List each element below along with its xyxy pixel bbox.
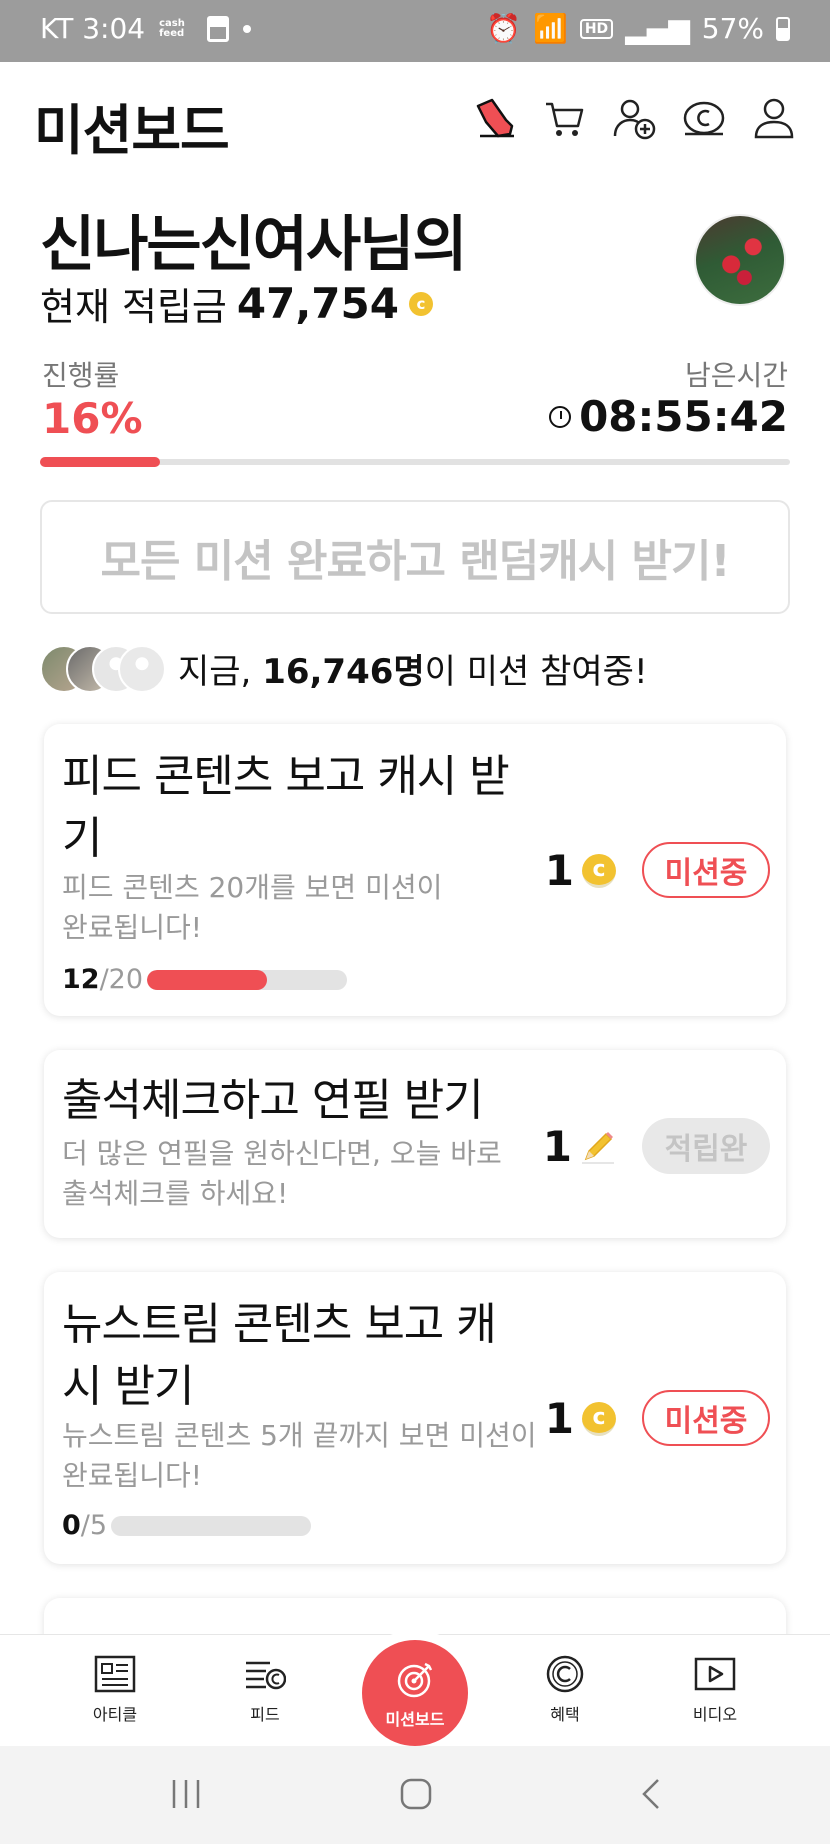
mission-status-button[interactable]: 미션중 <box>642 1390 770 1446</box>
participants-suffix: 이 미션 참여중! <box>424 652 648 692</box>
participants-prefix: 지금, <box>178 652 252 692</box>
nav-feed-label: 피드 <box>250 1705 280 1724</box>
more-notifications-icon <box>243 24 252 33</box>
cashfeed-notification-icon: cash feed <box>159 17 185 39</box>
mission-reward: 1 c <box>545 1394 616 1443</box>
remaining-time: 08:55:42 <box>549 392 788 441</box>
feed-icon <box>246 1661 286 1690</box>
nav-video[interactable]: 비디오 <box>660 1655 770 1725</box>
cart-icon[interactable] <box>542 96 586 140</box>
clock-icon <box>549 405 572 428</box>
nav-benefits-label: 혜택 <box>550 1705 580 1724</box>
mission-reward: 1 c <box>545 846 616 895</box>
mission-description: 피드 콘텐츠 20개를 보면 미션이 완료됩니다! <box>62 871 443 944</box>
mission-count: 0/5 <box>62 1510 312 1541</box>
page-title: 미션보드 <box>34 99 230 162</box>
mission-status-button[interactable]: 미션중 <box>642 842 770 898</box>
article-icon <box>94 1655 136 1693</box>
progress-bar <box>40 457 790 467</box>
mission-total: /20 <box>99 964 144 995</box>
add-friend-icon[interactable] <box>612 96 656 140</box>
nav-mission-board-label: 미션보드 <box>385 1710 445 1729</box>
mission-reward: 1 <box>543 1122 616 1171</box>
shoe-icon[interactable] <box>472 96 516 140</box>
reward-amount: 1 <box>544 1394 574 1443</box>
cash-coin-icon[interactable] <box>682 96 726 140</box>
coin-icon: c <box>582 1401 616 1436</box>
home-icon[interactable] <box>398 1776 434 1812</box>
current-points: 현재 적립금 47,754 c <box>40 276 433 331</box>
remaining-time-label: 남은시간 <box>684 359 788 392</box>
reward-amount: 1 <box>542 1122 572 1171</box>
nav-feed[interactable]: 피드 <box>210 1655 320 1725</box>
mission-title: 뉴스트림 콘텐츠 보고 캐시 받기 <box>62 1299 497 1412</box>
mission-title: 출석체크하고 연필 받기 <box>62 1075 484 1126</box>
points-value: 47,754 <box>236 279 399 328</box>
mission-done: 12 <box>62 964 100 995</box>
avatar <box>118 644 166 693</box>
mission-count: 12/20 <box>62 964 348 995</box>
benefits-coin-icon <box>546 1655 584 1693</box>
mission-description: 더 많은 연필을 원하신다면, 오늘 바로 출석체크를 하세요! <box>62 1137 502 1210</box>
hd-voice-icon: HD <box>579 18 614 39</box>
target-icon <box>397 1662 433 1698</box>
nav-mission-board[interactable]: 미션보드 <box>362 1640 468 1746</box>
pencil-icon <box>582 1131 614 1164</box>
card-notification-icon <box>207 15 230 42</box>
avatar[interactable] <box>694 214 786 306</box>
mission-progress-bar <box>111 1515 312 1536</box>
carrier-time: KT 3:04 <box>40 12 146 45</box>
mission-progress-fill <box>147 969 268 990</box>
points-label: 현재 적립금 <box>40 285 227 329</box>
progress-bar-fill <box>40 457 160 467</box>
nav-article-label: 아티클 <box>92 1705 138 1724</box>
mission-status-badge: 적립완 <box>642 1118 770 1174</box>
status-bar: KT 3:04 cash feed ⏰ 📶 HD ▂▄▆ 57% <box>0 0 830 62</box>
profile-icon[interactable] <box>752 96 796 140</box>
user-name: 신나는신여사님의 <box>40 210 468 280</box>
progress-label: 진행률 <box>42 359 120 392</box>
system-navigation-bar <box>0 1746 830 1844</box>
nav-benefits[interactable]: 혜택 <box>510 1655 620 1725</box>
remaining-time-value: 08:55:42 <box>579 392 788 441</box>
video-icon <box>694 1657 736 1691</box>
participants-text: 지금, 16,746명이 미션 참여중! <box>178 644 648 693</box>
complete-all-missions-button[interactable]: 모든 미션 완료하고 랜덤캐시 받기! <box>40 500 790 614</box>
battery-icon <box>776 16 790 41</box>
participants-count: 16,746명 <box>262 652 425 692</box>
wifi-icon: 📶 <box>532 12 568 45</box>
mission-card[interactable]: 피드 콘텐츠 보고 캐시 받기 피드 콘텐츠 20개를 보면 미션이 완료됩니다… <box>44 724 786 1016</box>
back-icon[interactable] <box>634 1776 670 1812</box>
mission-card[interactable]: 출석체크하고 연필 받기 더 많은 연필을 원하신다면, 오늘 바로 출석체크를… <box>44 1050 786 1238</box>
mission-progress-bar <box>147 969 348 990</box>
alarm-icon: ⏰ <box>486 12 521 45</box>
progress-value: 16% <box>42 394 143 443</box>
participants-info: 지금, 16,746명이 미션 참여중! <box>40 644 648 693</box>
mission-description: 뉴스트림 콘텐츠 5개 끝까지 보면 미션이 완료됩니다! <box>62 1419 537 1492</box>
recent-apps-icon[interactable] <box>168 1776 204 1812</box>
header-actions <box>472 96 796 140</box>
coin-icon: c <box>582 853 616 888</box>
battery-percent: 57% <box>701 12 764 45</box>
nav-article[interactable]: 아티클 <box>60 1655 170 1725</box>
mission-title: 피드 콘텐츠 보고 캐시 받기 <box>62 751 510 864</box>
reward-amount: 1 <box>544 846 574 895</box>
participant-avatars <box>40 644 166 693</box>
mission-card[interactable]: 뉴스트림 콘텐츠 보고 캐시 받기 뉴스트림 콘텐츠 5개 끝까지 보면 미션이… <box>44 1272 786 1564</box>
nav-video-label: 비디오 <box>692 1705 738 1724</box>
coin-icon: c <box>408 291 433 316</box>
signal-icon: ▂▄▆ <box>625 12 690 45</box>
mission-done: 0 <box>62 1510 81 1541</box>
mission-total: /5 <box>80 1510 108 1541</box>
